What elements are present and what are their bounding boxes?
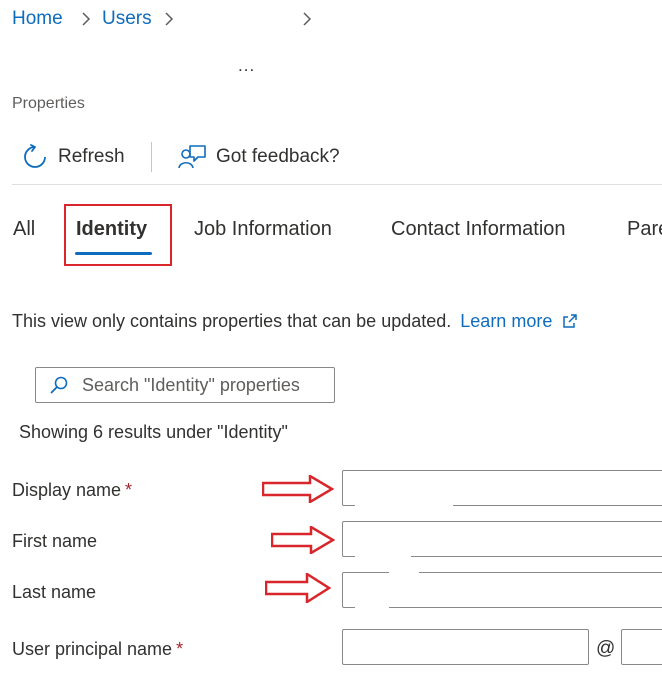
- more-options-button[interactable]: ...: [238, 56, 255, 76]
- display-name-label-text: Display name: [12, 480, 122, 500]
- open-external-icon: [563, 312, 578, 333]
- tab-contact-information[interactable]: Contact Information: [391, 218, 566, 241]
- redaction: [355, 573, 389, 609]
- breadcrumb-users-link[interactable]: Users: [102, 8, 152, 30]
- tab-all[interactable]: All: [13, 218, 35, 241]
- toolbar-bottom-divider: [12, 184, 662, 185]
- refresh-button[interactable]: Refresh: [22, 143, 125, 171]
- learn-more-label: Learn more: [460, 311, 553, 331]
- chevron-right-icon: [302, 11, 312, 32]
- tab-job-information[interactable]: Job Information: [194, 218, 332, 241]
- chevron-right-icon: [164, 11, 174, 32]
- property-search-box: [35, 367, 335, 403]
- page-subtitle: Properties: [12, 95, 85, 112]
- red-arrow-annotation: [264, 571, 332, 608]
- tab-identity[interactable]: Identity: [76, 218, 147, 241]
- user-principal-name-field[interactable]: [342, 629, 589, 665]
- chevron-right-icon: [81, 11, 91, 32]
- feedback-label: Got feedback?: [216, 146, 340, 167]
- breadcrumb-home-link[interactable]: Home: [12, 8, 63, 30]
- first-name-field[interactable]: [342, 521, 662, 558]
- redaction: [355, 481, 453, 507]
- domain-select[interactable]: [621, 629, 662, 665]
- tab-parental-controls[interactable]: Pare: [627, 218, 662, 241]
- red-arrow-annotation: [270, 524, 336, 559]
- search-icon: [50, 376, 68, 394]
- info-message: This view only contains properties that …: [12, 311, 578, 333]
- at-symbol: @: [596, 638, 616, 659]
- user-principal-name-label: User principal name *: [12, 639, 183, 660]
- toolbar-divider: [151, 142, 152, 172]
- redaction: [355, 532, 411, 558]
- last-name-label: Last name: [12, 582, 97, 602]
- display-name-field[interactable]: [342, 470, 662, 507]
- feedback-icon: [178, 144, 206, 170]
- user-principal-name-label-text: User principal name: [12, 639, 173, 659]
- required-marker: *: [125, 480, 133, 500]
- results-summary: Showing 6 results under "Identity": [19, 422, 288, 442]
- breadcrumb: Home Users: [12, 8, 332, 32]
- required-marker: *: [176, 639, 184, 659]
- refresh-icon: [22, 144, 48, 170]
- search-input[interactable]: [80, 373, 314, 397]
- last-name-field[interactable]: [342, 571, 662, 609]
- refresh-label: Refresh: [58, 146, 125, 167]
- feedback-button[interactable]: Got feedback?: [178, 143, 340, 171]
- first-name-label: First name: [12, 531, 98, 551]
- red-arrow-annotation: [261, 473, 335, 508]
- info-text: This view only contains properties that …: [12, 311, 452, 331]
- active-tab-indicator: [75, 252, 152, 255]
- display-name-label: Display name *: [12, 480, 132, 501]
- redaction: [389, 571, 419, 575]
- learn-more-link[interactable]: Learn more: [460, 311, 578, 333]
